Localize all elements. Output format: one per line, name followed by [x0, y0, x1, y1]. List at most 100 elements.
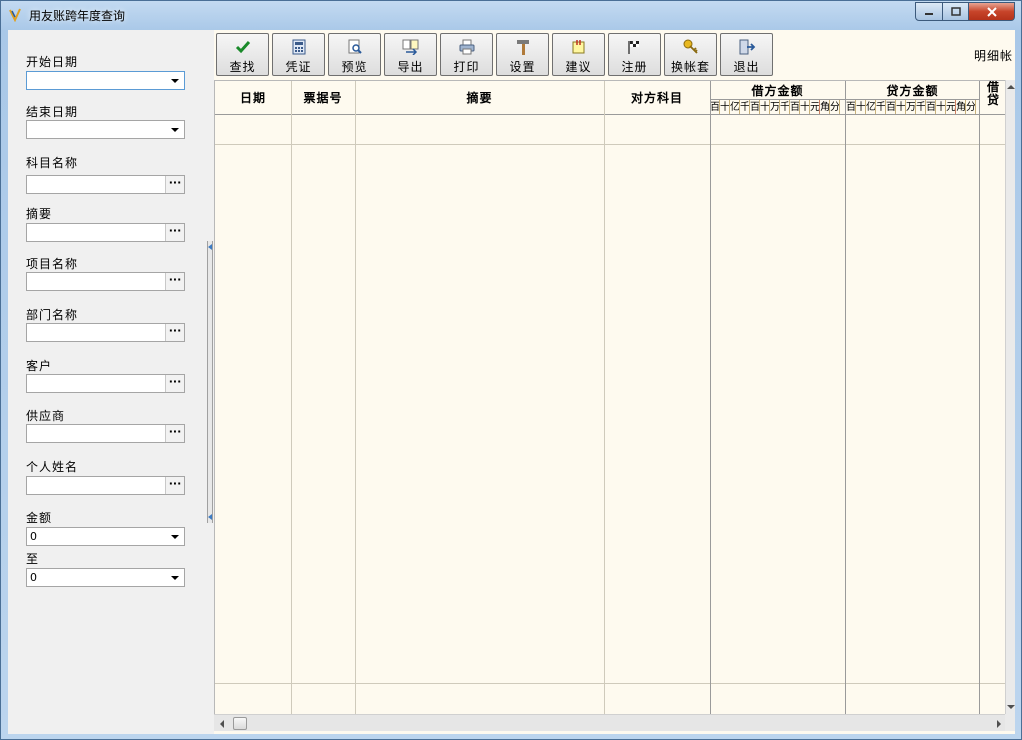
department-name-browse-button[interactable]: ··· — [165, 324, 184, 341]
maximize-button[interactable] — [943, 2, 969, 21]
collapse-left-icon[interactable] — [208, 514, 212, 520]
col-divider — [355, 81, 356, 714]
project-name-browse-button[interactable]: ··· — [165, 273, 184, 290]
subject-name-browse-button[interactable]: ··· — [165, 176, 184, 193]
start-date-label: 开始日期 — [26, 55, 79, 69]
voucher-button[interactable]: 凭证 — [272, 33, 325, 76]
digit-place-label: 亿 — [866, 100, 876, 114]
end-date-dropdown[interactable] — [166, 121, 184, 138]
start-date-dropdown[interactable] — [166, 72, 184, 89]
amount-value: 0 — [30, 530, 37, 543]
preview-button[interactable]: 预览 — [328, 33, 381, 76]
register-button[interactable]: 注册 — [608, 33, 661, 76]
find-label: 查找 — [229, 60, 256, 74]
settings-button[interactable]: 设置 — [496, 33, 549, 76]
amount-to-dropdown[interactable] — [166, 569, 184, 586]
col-header-debit[interactable]: 借方金额 — [710, 81, 845, 99]
calculator-icon — [292, 39, 305, 55]
toolbar: 查找 凭证 预览 导出 打印 设置 建议 注册 换帐套 退出 明细帐 — [214, 30, 1015, 80]
project-name-field[interactable]: ··· — [26, 272, 185, 291]
scroll-down-icon[interactable] — [1007, 705, 1015, 709]
department-name-field[interactable]: ··· — [26, 323, 185, 342]
ledger-grid[interactable]: 日期 票据号 摘要 对方科目 借方金额 贷方金额 借贷 百十亿千百十万千百十元角… — [214, 80, 1005, 714]
close-button[interactable] — [969, 2, 1015, 21]
app-window: 用友账跨年度查询 开始日期 结束日期 科目名称 ··· 摘要 ··· 项目名称 … — [0, 0, 1022, 740]
amount-to-combo[interactable]: 0 — [26, 568, 185, 587]
chevron-down-icon — [171, 575, 179, 580]
col-header-credit[interactable]: 贷方金额 — [846, 81, 979, 99]
digit-place-label: 十 — [936, 100, 946, 114]
chevron-down-icon — [171, 78, 179, 83]
client-area: 开始日期 结束日期 科目名称 ··· 摘要 ··· 项目名称 ··· 部门名称 … — [8, 30, 1015, 734]
digit-place-label: 分 — [830, 100, 840, 114]
summary-field[interactable]: ··· — [26, 223, 185, 242]
col-header-counter-account[interactable]: 对方科目 — [604, 81, 710, 114]
hammer-icon — [516, 40, 529, 55]
collapse-left-icon[interactable] — [208, 244, 212, 250]
amount-dropdown[interactable] — [166, 528, 184, 545]
voucher-label: 凭证 — [285, 60, 312, 74]
summary-label: 摘要 — [26, 207, 53, 221]
app-logo-icon — [9, 8, 21, 22]
switch-account-button[interactable]: 换帐套 — [664, 33, 717, 76]
subject-name-label: 科目名称 — [26, 156, 79, 170]
exit-button[interactable]: 退出 — [720, 33, 773, 76]
col-divider — [845, 81, 846, 714]
horizontal-scroll-thumb[interactable] — [233, 717, 247, 730]
project-name-label: 项目名称 — [26, 257, 79, 271]
digit-place-label: 百 — [926, 100, 936, 114]
suggest-button[interactable]: 建议 — [552, 33, 605, 76]
supplier-browse-button[interactable]: ··· — [165, 425, 184, 442]
supplier-label: 供应商 — [26, 409, 66, 423]
subject-name-field[interactable]: ··· — [26, 175, 185, 194]
filter-panel: 开始日期 结束日期 科目名称 ··· 摘要 ··· 项目名称 ··· 部门名称 … — [8, 30, 208, 734]
chevron-down-icon — [171, 127, 179, 132]
row-divider — [215, 683, 1005, 684]
digit-place-label: 元 — [810, 100, 820, 114]
flag-icon — [627, 40, 639, 54]
maximize-icon — [950, 6, 961, 16]
export-button[interactable]: 导出 — [384, 33, 437, 76]
title-bar[interactable]: 用友账跨年度查询 — [1, 1, 1021, 29]
table-row[interactable] — [215, 115, 979, 144]
digit-place-label: 十 — [896, 100, 906, 114]
person-name-browse-button[interactable]: ··· — [165, 477, 184, 494]
export-pages-icon — [402, 39, 418, 55]
amount-to-value: 0 — [30, 571, 37, 584]
col-header-voucher-no[interactable]: 票据号 — [291, 81, 355, 114]
col-divider — [291, 81, 292, 714]
col-divider — [710, 81, 711, 714]
digit-place-label: 分 — [966, 100, 976, 114]
register-label: 注册 — [621, 60, 648, 74]
print-button[interactable]: 打印 — [440, 33, 493, 76]
digit-place-label: 千 — [876, 100, 886, 114]
scroll-up-icon[interactable] — [1007, 85, 1015, 89]
checkmark-icon — [235, 41, 250, 54]
minimize-icon — [925, 12, 933, 15]
end-date-combo[interactable] — [26, 120, 185, 139]
col-header-direction[interactable]: 借贷 — [980, 81, 1005, 114]
find-button[interactable]: 查找 — [216, 33, 269, 76]
scroll-right-icon[interactable] — [997, 720, 1001, 728]
amount-combo[interactable]: 0 — [26, 527, 185, 546]
summary-browse-button[interactable]: ··· — [165, 224, 184, 241]
digit-place-label: 千 — [740, 100, 750, 114]
customer-field[interactable]: ··· — [26, 374, 185, 393]
scroll-left-icon[interactable] — [220, 720, 224, 728]
horizontal-scrollbar[interactable] — [214, 714, 1005, 731]
digit-place-label: 百 — [886, 100, 896, 114]
customer-browse-button[interactable]: ··· — [165, 375, 184, 392]
col-header-summary[interactable]: 摘要 — [355, 81, 604, 114]
col-header-date[interactable]: 日期 — [215, 81, 291, 114]
person-name-field[interactable]: ··· — [26, 476, 185, 495]
panel-splitter[interactable] — [207, 241, 213, 523]
settings-label: 设置 — [509, 60, 536, 74]
vertical-scrollbar[interactable] — [1005, 80, 1015, 714]
row-divider — [215, 144, 1005, 145]
start-date-combo[interactable] — [26, 71, 185, 90]
digit-place-label: 角 — [820, 100, 830, 114]
supplier-field[interactable]: ··· — [26, 424, 185, 443]
debit-digit-header: 百十亿千百十万千百十元角分 — [710, 99, 845, 114]
minimize-button[interactable] — [915, 2, 943, 21]
digit-place-label: 亿 — [730, 100, 740, 114]
